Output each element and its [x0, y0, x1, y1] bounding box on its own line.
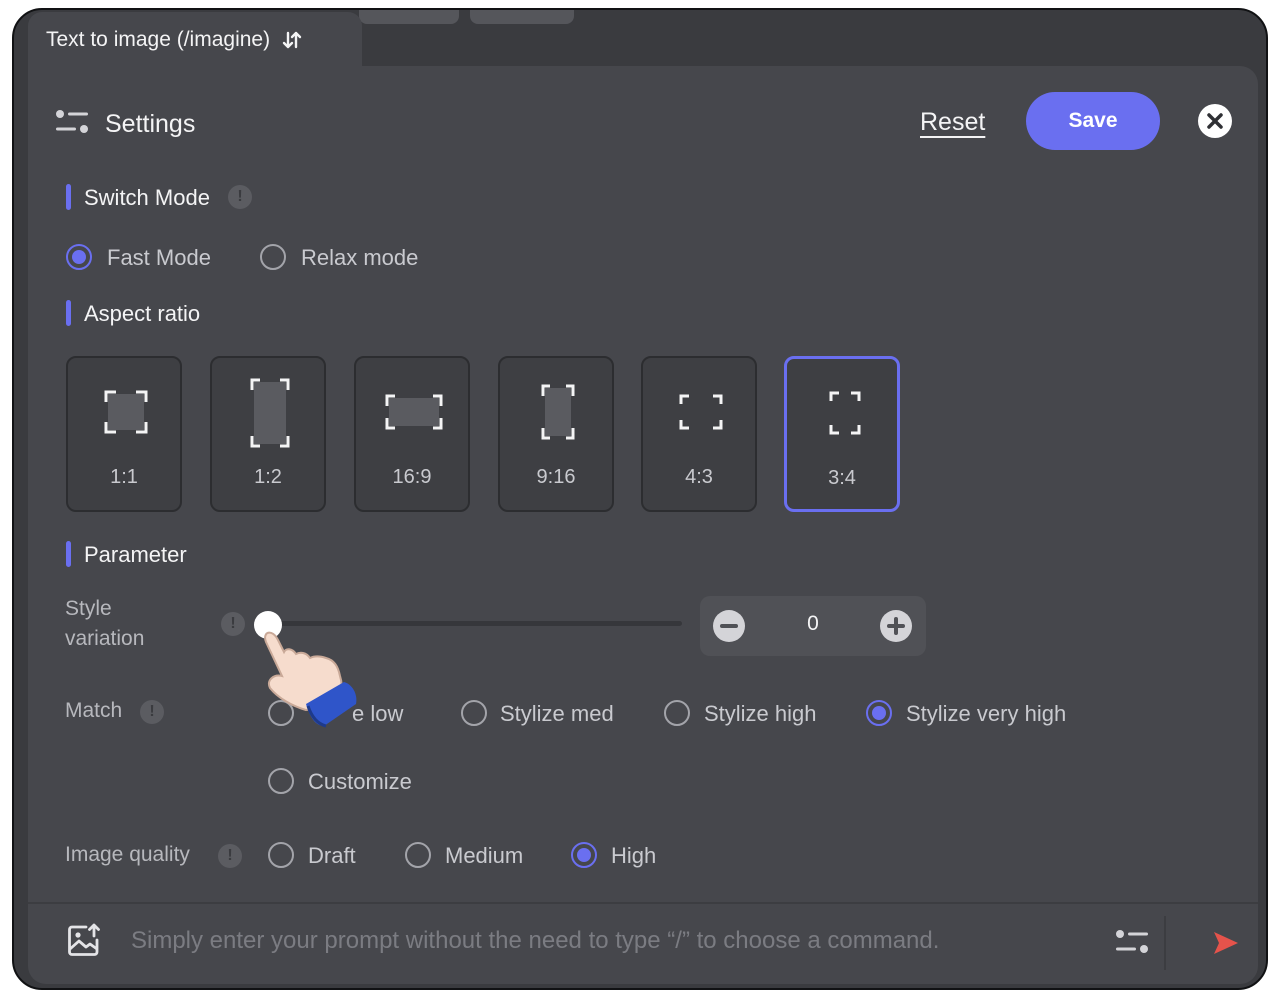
- ratio-label: 16:9: [392, 466, 432, 488]
- aspect-ratio-9-16[interactable]: 9:16: [498, 356, 614, 512]
- background-tab[interactable]: [470, 10, 574, 24]
- medium-label[interactable]: Medium: [445, 843, 523, 869]
- stylize-high-radio[interactable]: [664, 700, 690, 726]
- ratio-3-4-icon: [829, 391, 861, 435]
- background-tab[interactable]: [359, 10, 459, 24]
- reset-button[interactable]: Reset: [920, 108, 985, 137]
- style-variation-label: Style variation: [65, 597, 145, 650]
- window: Text to image (/imagine) Settings Reset …: [12, 8, 1268, 990]
- relax-mode-radio[interactable]: [260, 244, 286, 270]
- pointing-hand-cursor-icon: [264, 631, 357, 728]
- ratio-1-2-icon: [250, 378, 290, 448]
- settings-sliders-icon: [56, 110, 88, 133]
- image-upload-icon[interactable]: [66, 922, 102, 958]
- switch-mode-title: Switch Mode: [84, 185, 210, 210]
- stylize-very-high-radio[interactable]: [866, 700, 892, 726]
- ratio-16-9-icon: [385, 394, 443, 430]
- high-radio[interactable]: [571, 842, 597, 868]
- high-label[interactable]: High: [611, 843, 656, 869]
- aspect-ratio-1-1[interactable]: 1:1: [66, 356, 182, 512]
- aspect-ratio-title: Aspect ratio: [84, 301, 201, 326]
- fast-mode-radio[interactable]: [66, 244, 92, 270]
- section-accent-bar: [66, 541, 71, 567]
- ratio-label: 1:1: [110, 466, 138, 488]
- settings-title: Settings: [105, 110, 196, 138]
- tab-text-to-image[interactable]: Text to image (/imagine): [28, 12, 362, 68]
- prompt-bar-divider: [1164, 916, 1166, 970]
- customize-radio[interactable]: [268, 768, 294, 794]
- settings-sliders-icon[interactable]: [1114, 928, 1150, 956]
- stylize-med-label[interactable]: Stylize med: [500, 701, 614, 727]
- stylize-very-high-label[interactable]: Stylize very high: [906, 701, 1066, 727]
- sort-arrows-icon: [282, 31, 302, 49]
- fast-mode-label[interactable]: Fast Mode: [107, 245, 211, 271]
- image-quality-label: Image quality: [65, 843, 190, 866]
- stylize-high-label[interactable]: Stylize high: [704, 701, 817, 727]
- stylize-med-radio[interactable]: [461, 700, 487, 726]
- customize-label[interactable]: Customize: [308, 769, 412, 795]
- save-button[interactable]: Save: [1026, 92, 1160, 150]
- medium-radio[interactable]: [405, 842, 431, 868]
- draft-label[interactable]: Draft: [308, 843, 356, 869]
- ratio-label: 4:3: [685, 466, 713, 488]
- prompt-input[interactable]: Simply enter your prompt without the nee…: [131, 927, 939, 955]
- style-variation-stepper: 0: [700, 596, 926, 656]
- aspect-ratio-3-4[interactable]: 3:4: [784, 356, 900, 512]
- ratio-label: 1:2: [254, 466, 282, 488]
- match-label: Match: [65, 699, 123, 722]
- section-accent-bar: [66, 300, 71, 326]
- settings-panel: Settings Reset Save Switch Mode ! Fast M…: [28, 66, 1258, 984]
- aspect-ratio-1-2[interactable]: 1:2: [210, 356, 326, 512]
- ratio-label: 9:16: [536, 466, 576, 488]
- parameter-title: Parameter: [84, 542, 187, 567]
- info-icon[interactable]: !: [218, 844, 242, 868]
- info-icon[interactable]: !: [228, 185, 252, 209]
- aspect-ratio-4-3[interactable]: 4:3: [641, 356, 757, 512]
- send-arrow-icon[interactable]: [1212, 930, 1240, 956]
- draft-radio[interactable]: [268, 842, 294, 868]
- section-accent-bar: [66, 184, 71, 210]
- prompt-divider: [28, 902, 1258, 904]
- ratio-1-1-icon: [104, 390, 148, 434]
- ratio-9-16-icon: [541, 384, 575, 440]
- close-icon[interactable]: [1198, 104, 1232, 138]
- info-icon[interactable]: !: [221, 612, 245, 636]
- info-icon[interactable]: !: [140, 700, 164, 724]
- plus-icon[interactable]: [879, 609, 913, 643]
- ratio-label: 3:4: [828, 467, 856, 489]
- relax-mode-label[interactable]: Relax mode: [301, 245, 418, 271]
- aspect-ratio-16-9[interactable]: 16:9: [354, 356, 470, 512]
- ratio-4-3-icon: [679, 394, 723, 430]
- tab-label: Text to image (/imagine): [46, 28, 271, 51]
